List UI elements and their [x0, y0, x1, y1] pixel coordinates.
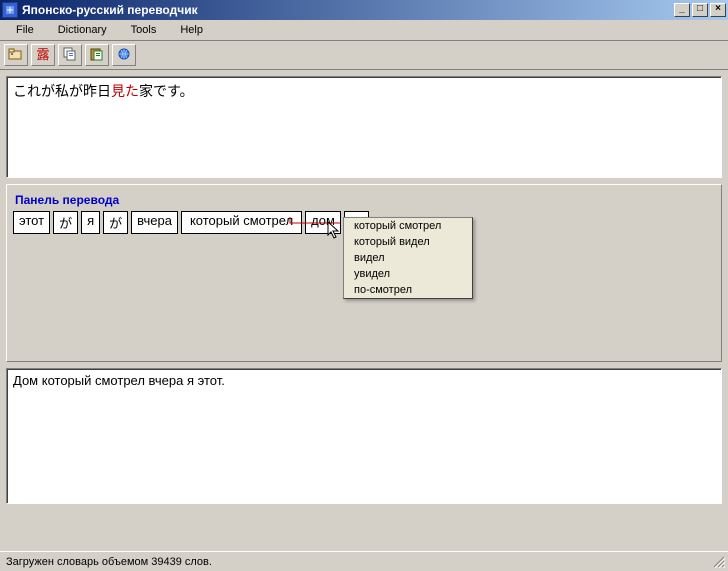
- web-icon: [116, 47, 132, 64]
- window-title: Японско-русский переводчик: [22, 3, 674, 17]
- popup-option-4[interactable]: увидел: [344, 266, 472, 282]
- popup-option-5[interactable]: по-смотрел: [344, 282, 472, 298]
- output-textarea[interactable]: Дом который смотрел вчера я этот.: [6, 368, 722, 504]
- title-bar: Японско-русский переводчик _ □ ×: [0, 0, 728, 20]
- menu-dictionary[interactable]: Dictionary: [46, 22, 119, 38]
- toolbar: 露: [0, 41, 728, 70]
- token-kotoryi-smotrel[interactable]: который смотрел: [181, 211, 302, 234]
- menu-help[interactable]: Help: [168, 22, 215, 38]
- svg-text:露: 露: [36, 47, 49, 61]
- panel-title: Панель перевода: [13, 193, 715, 211]
- translation-panel: Панель перевода этот が я が вчера который…: [6, 184, 722, 362]
- toolbar-kanji-button[interactable]: 露: [31, 44, 55, 66]
- app-icon: [2, 2, 18, 18]
- copy-icon: [62, 47, 78, 64]
- popup-option-1[interactable]: который смотрел: [344, 218, 472, 234]
- toolbar-paste-button[interactable]: [85, 44, 109, 66]
- open-icon: [8, 47, 24, 64]
- output-text: Дом который смотрел вчера я этот.: [13, 373, 225, 388]
- token-etot[interactable]: этот: [13, 211, 50, 234]
- source-textarea[interactable]: これが私が昨日見た家です。: [6, 76, 722, 178]
- toolbar-web-button[interactable]: [112, 44, 136, 66]
- token-ga-2[interactable]: が: [103, 211, 128, 234]
- paste-icon: [89, 47, 105, 64]
- token-ga-1[interactable]: が: [53, 211, 78, 234]
- toolbar-copy-button[interactable]: [58, 44, 82, 66]
- token-ya[interactable]: я: [81, 211, 100, 234]
- minimize-button[interactable]: _: [674, 3, 690, 17]
- window-buttons: _ □ ×: [674, 3, 726, 17]
- close-button[interactable]: ×: [710, 3, 726, 17]
- menu-tools[interactable]: Tools: [119, 22, 169, 38]
- status-text: Загружен словарь объемом 39439 слов.: [6, 556, 212, 568]
- menu-bar: File Dictionary Tools Help: [0, 20, 728, 41]
- resize-grip-icon[interactable]: [712, 555, 726, 569]
- maximize-button[interactable]: □: [692, 3, 708, 17]
- token-vchera[interactable]: вчера: [131, 211, 178, 234]
- content-area: これが私が昨日見た家です。 Панель перевода этот が я が…: [0, 70, 728, 549]
- source-text-pre: これが私が昨日: [13, 83, 111, 99]
- kanji-icon: 露: [35, 47, 51, 64]
- menu-file[interactable]: File: [4, 22, 46, 38]
- popup-option-3[interactable]: видел: [344, 250, 472, 266]
- status-bar: Загружен словарь объемом 39439 слов.: [0, 551, 728, 571]
- token-dom[interactable]: дом: [305, 211, 341, 234]
- toolbar-open-button[interactable]: [4, 44, 28, 66]
- source-text-highlight: 見た: [111, 83, 139, 99]
- popup-option-2[interactable]: который видел: [344, 234, 472, 250]
- source-text-post: 家です。: [139, 83, 194, 99]
- translation-popup: который смотрел который видел видел увид…: [343, 217, 473, 299]
